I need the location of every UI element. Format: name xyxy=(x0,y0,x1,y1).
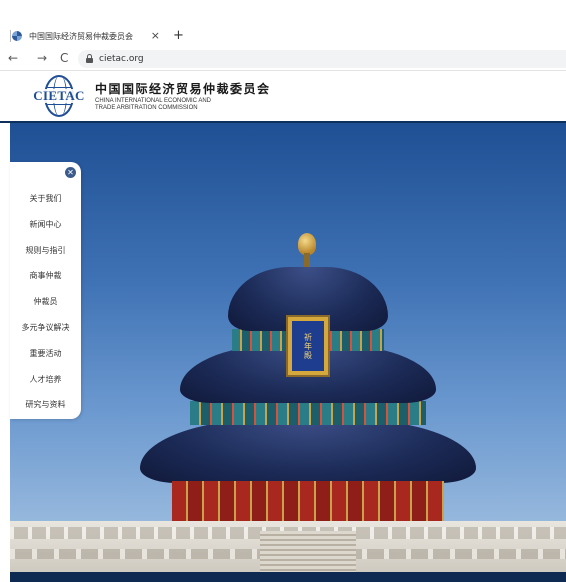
tab-title: 中国国际经济贸易仲裁委员会 xyxy=(29,31,133,41)
site-header: CIETAC 中国国际经济贸易仲裁委员会 CHINA INTERNATIONAL… xyxy=(0,71,566,123)
side-menu-list: 关于我们 新闻中心 规则与指引 商事仲裁 仲裁员 多元争议解决 重要活动 人才培… xyxy=(10,186,81,418)
cietac-logo[interactable]: CIETAC xyxy=(32,75,86,117)
close-icon[interactable]: ✕ xyxy=(65,167,76,178)
browser-toolbar: ← → C cietac.org xyxy=(0,48,566,71)
side-menu-item-adr[interactable]: 多元争议解决 xyxy=(10,315,81,341)
marble-stairs xyxy=(260,531,356,572)
back-button[interactable]: ← xyxy=(8,51,18,65)
tab-close-button[interactable]: × xyxy=(151,29,160,43)
temple-finial xyxy=(298,233,316,255)
hero-bottom-bar xyxy=(10,572,566,582)
forward-button[interactable]: → xyxy=(37,51,47,65)
favicon-icon xyxy=(12,31,22,41)
new-tab-button[interactable]: + xyxy=(173,28,184,43)
side-menu-item-about[interactable]: 关于我们 xyxy=(10,186,81,212)
browser-tab[interactable]: 中国国际经济贸易仲裁委员会 × xyxy=(12,25,168,47)
side-menu-item-arbitrators[interactable]: 仲裁员 xyxy=(10,289,81,315)
org-name-cn: 中国国际经济贸易仲裁委员会 xyxy=(95,82,271,96)
org-name-en-line2: TRADE ARBITRATION COMMISSION xyxy=(95,105,198,111)
side-menu-item-news[interactable]: 新闻中心 xyxy=(10,212,81,238)
address-bar[interactable]: cietac.org xyxy=(78,50,566,68)
temple-band-middle xyxy=(190,401,426,425)
logo-text: CIETAC xyxy=(32,88,86,103)
temple-roof-lower xyxy=(140,419,476,483)
lock-icon xyxy=(86,54,93,63)
plaque-text: 祈年殿 xyxy=(303,332,313,360)
browser-tabstrip: 中国国际经济贸易仲裁委员会 × + xyxy=(0,25,566,47)
reload-button[interactable]: C xyxy=(60,51,68,65)
tab-separator xyxy=(10,30,11,42)
temple-finial-stem xyxy=(304,253,310,267)
side-menu-item-rules[interactable]: 规则与指引 xyxy=(10,238,81,264)
side-menu-item-research[interactable]: 研究与资料 xyxy=(10,392,81,418)
side-menu-item-events[interactable]: 重要活动 xyxy=(10,341,81,367)
org-name-en: CHINA INTERNATIONAL ECONOMIC AND TRADE A… xyxy=(95,98,275,112)
side-menu-item-commercial-arbitration[interactable]: 商事仲裁 xyxy=(10,263,81,289)
hero-banner: 祈年殿 xyxy=(10,123,566,572)
url-text[interactable]: cietac.org xyxy=(99,53,144,65)
side-menu: ✕ 关于我们 新闻中心 规则与指引 商事仲裁 仲裁员 多元争议解决 重要活动 人… xyxy=(10,162,81,419)
side-menu-item-training[interactable]: 人才培养 xyxy=(10,367,81,393)
temple-plaque: 祈年殿 xyxy=(288,317,328,375)
org-name-en-line1: CHINA INTERNATIONAL ECONOMIC AND xyxy=(95,98,212,104)
